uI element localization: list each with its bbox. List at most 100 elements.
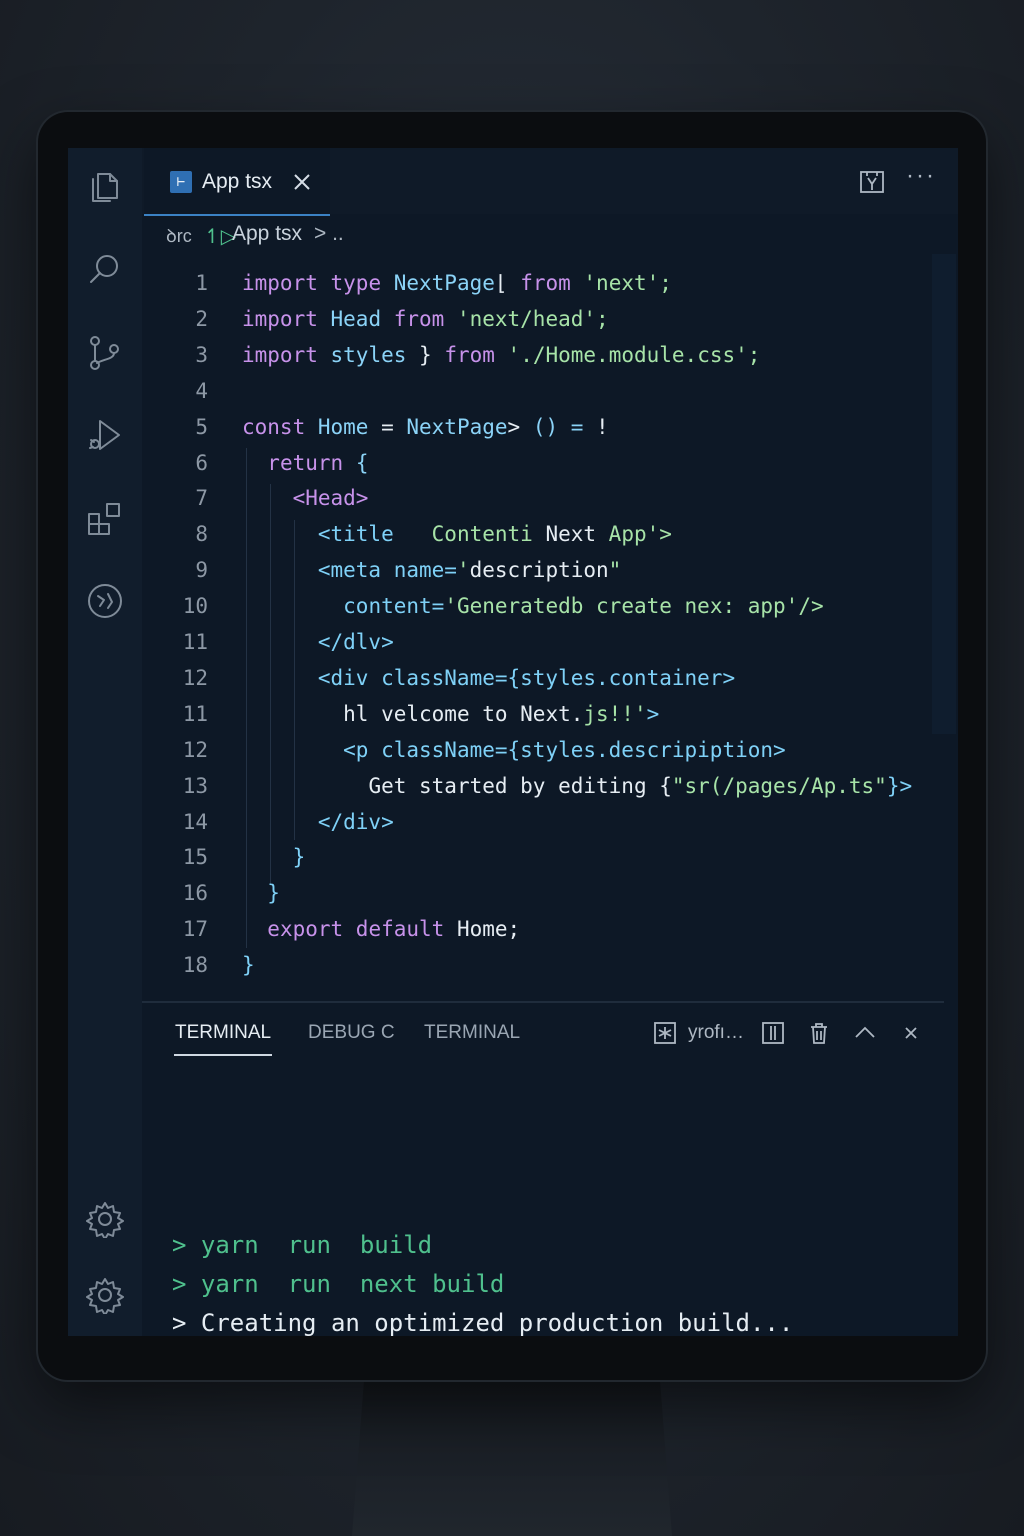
- more-actions-icon[interactable]: ···: [906, 162, 936, 190]
- line-number: 4: [195, 378, 208, 403]
- vscode-window: ⊢ App tsx ··· ꝺrc ↿▷ App tsx > .. 1 impor…: [68, 148, 958, 1336]
- terminal-line: > yarn run next build: [172, 1265, 504, 1304]
- breadcrumb-folder[interactable]: ꝺrc: [166, 224, 192, 248]
- code-token: js!!': [583, 701, 647, 726]
- code-token: import: [242, 342, 331, 367]
- tab-terminal[interactable]: TERMINAL: [175, 1022, 271, 1044]
- code-line[interactable]: 8 <title Contenti Next App'>: [142, 517, 922, 551]
- code-line[interactable]: 2 import Head from 'next/head';: [142, 302, 922, 336]
- line-number: 17: [182, 917, 208, 942]
- terminal-text: Creating an optimized production build..…: [186, 1309, 794, 1336]
- line-number: 15: [182, 845, 208, 870]
- code-line[interactable]: 13 Get started by editing {"sr(/pages/Ap…: [142, 769, 922, 803]
- line-number: 12: [182, 737, 208, 762]
- split-editor-icon[interactable]: [858, 168, 886, 196]
- editor-tab-bar: ⊢ App tsx ···: [142, 148, 958, 216]
- code-line[interactable]: 6 return {: [142, 446, 922, 480]
- line-number: 5: [195, 414, 208, 439]
- code-line[interactable]: 16 }: [142, 876, 922, 910]
- manage-gear-icon[interactable]: [86, 1276, 124, 1316]
- code-token: export default: [267, 917, 457, 942]
- split-terminal-icon[interactable]: [760, 1020, 786, 1046]
- tab-terminal-2[interactable]: TERMINAL: [424, 1022, 520, 1044]
- settings-gear-icon[interactable]: [86, 1200, 124, 1240]
- code-token: </dlv>: [317, 630, 394, 654]
- code-text: import Head from 'next/head';: [242, 302, 609, 336]
- code-line[interactable]: 11 hl velcome to Next.js!!'>: [142, 697, 922, 731]
- editor-scrollbar[interactable]: [932, 254, 956, 734]
- code-line[interactable]: 17 export default Home;: [142, 912, 922, 946]
- code-text: </div>: [242, 805, 394, 839]
- terminal-prompt: >: [172, 1309, 187, 1336]
- code-text: export default Home;: [242, 912, 520, 946]
- chevron-up-icon[interactable]: [852, 1020, 878, 1046]
- breadcrumb: ꝺrc ↿▷ App tsx > ..: [142, 214, 958, 254]
- code-token: Get started by editing {: [368, 773, 672, 798]
- tab-debug-console[interactable]: DEBUG C: [308, 1022, 395, 1044]
- tab-label: App tsx: [202, 170, 273, 193]
- code-token: ': [456, 558, 470, 583]
- code-token: from: [444, 342, 508, 367]
- code-line[interactable]: 4: [142, 374, 922, 408]
- code-text: }: [242, 948, 255, 982]
- code-line[interactable]: 15 }: [142, 840, 922, 874]
- code-line[interactable]: 1 import type NextPage⌊ from 'next';: [142, 266, 922, 300]
- remote-icon[interactable]: [86, 582, 124, 620]
- run-debug-icon[interactable]: [86, 416, 124, 454]
- search-icon[interactable]: [86, 250, 124, 288]
- line-number: 16: [182, 881, 208, 906]
- code-token: hl velcome to Next.: [343, 701, 584, 726]
- tab-app-tsx[interactable]: ⊢ App tsx: [144, 148, 330, 216]
- code-token: styles: [330, 342, 420, 367]
- breadcrumb-more[interactable]: > ..: [314, 222, 344, 246]
- trash-icon[interactable]: [806, 1020, 832, 1046]
- code-text: <div className={styles.container>: [242, 661, 735, 695]
- line-number: 13: [182, 773, 208, 798]
- terminal-profile-icon[interactable]: [652, 1020, 678, 1046]
- terminal-profile-name[interactable]: yrofı…: [688, 1022, 744, 1044]
- code-token: Next: [545, 522, 609, 547]
- code-token: <title: [317, 522, 407, 547]
- code-line[interactable]: 10 content='Generatedb create nex: app'/…: [142, 589, 922, 623]
- code-text: <p className={styles.descripiption>: [242, 733, 786, 767]
- code-token: from: [520, 271, 584, 295]
- line-number: 3: [195, 342, 208, 367]
- code-line[interactable]: 12 <p className={styles.descripiption>: [142, 733, 922, 767]
- code-line[interactable]: 14 </div>: [142, 805, 922, 839]
- code-token: import: [242, 306, 331, 331]
- code-token: Head: [330, 306, 394, 331]
- code-token: }: [419, 342, 445, 367]
- code-line[interactable]: 7 <Head>: [142, 481, 922, 515]
- code-token: content=: [343, 594, 445, 619]
- code-text: }: [242, 876, 280, 910]
- code-line[interactable]: 9 <meta name='description": [142, 553, 922, 587]
- files-icon[interactable]: [86, 168, 124, 206]
- source-control-icon[interactable]: [86, 334, 124, 372]
- close-panel-icon[interactable]: [898, 1020, 924, 1046]
- close-icon[interactable]: [292, 172, 312, 192]
- code-token: 'Generatedb create nex: app'/>: [444, 594, 824, 619]
- code-line[interactable]: 18}: [142, 948, 922, 982]
- breadcrumb-file[interactable]: App tsx: [232, 222, 302, 246]
- code-text: import type NextPage⌊ from 'next';: [242, 266, 672, 300]
- extensions-icon[interactable]: [86, 500, 124, 538]
- code-line[interactable]: 12 <div className={styles.container>: [142, 661, 922, 695]
- code-token: App'>: [608, 522, 672, 547]
- code-line[interactable]: 5 const Home = NextPage> () = !: [142, 410, 922, 444]
- terminal-text: yarn run next build: [186, 1270, 505, 1298]
- code-text: import styles } from './Home.module.css'…: [242, 338, 760, 372]
- code-text: content='Generatedb create nex: app'/>: [242, 589, 824, 623]
- code-line[interactable]: 11 </dlv>: [142, 625, 922, 659]
- code-line[interactable]: 3 import styles } from './Home.module.css…: [142, 338, 922, 372]
- line-number: 11: [182, 630, 208, 654]
- code-editor[interactable]: 1 import type NextPage⌊ from 'next'; 2 impo…: [142, 254, 932, 994]
- line-number: 14: [182, 809, 208, 834]
- code-text: <title Contenti Next App'>: [242, 517, 672, 551]
